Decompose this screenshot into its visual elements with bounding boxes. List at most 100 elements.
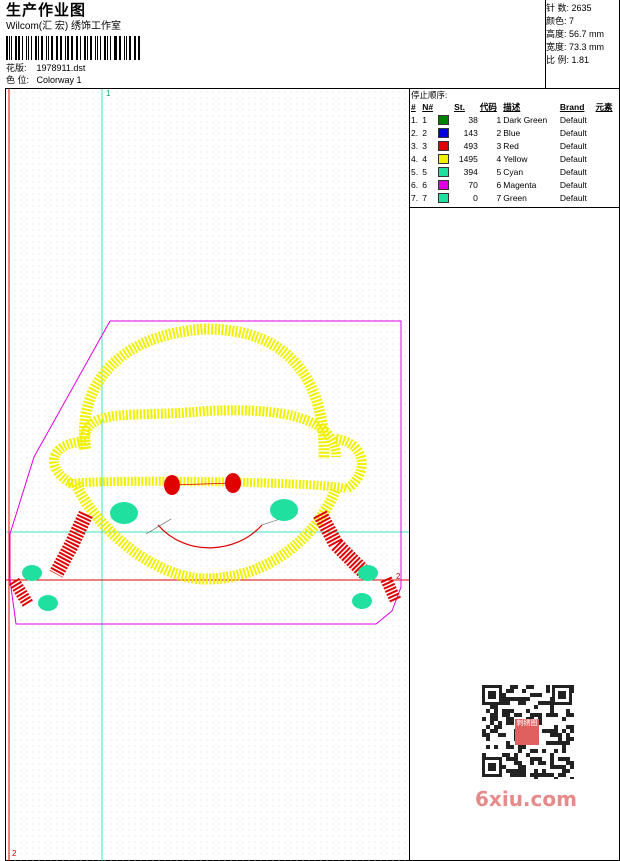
brand: Default [559, 114, 587, 125]
stitch-count: 1495 [458, 153, 478, 164]
brand: Default [559, 127, 587, 138]
needle-number: 1 [422, 114, 427, 125]
pattern-row: 花版: 1978911.dst [6, 63, 85, 74]
element [595, 165, 618, 178]
element [595, 152, 618, 165]
color-description: Magenta [503, 179, 537, 190]
row-index: 3. [411, 140, 419, 151]
color-swatch [437, 152, 453, 165]
stop-sequence-title: 停止顺序: [411, 90, 448, 100]
left-bow-upper [22, 565, 42, 581]
left-cheek [110, 502, 138, 524]
color-count-label: 颜色: [546, 16, 567, 26]
color-swatch-icon [438, 140, 450, 151]
color-count-value: 7 [569, 16, 575, 26]
color-code: 6 [496, 179, 502, 190]
height-label: 高度: [546, 29, 567, 39]
color-code: 2 [496, 127, 502, 138]
element [595, 139, 618, 152]
barcode-bar [106, 36, 108, 60]
col-header: St. [454, 102, 465, 112]
barcode-bar [48, 36, 49, 60]
needle-number: 4 [422, 153, 427, 164]
color-swatch-icon [438, 179, 450, 190]
barcode-bar [86, 36, 88, 60]
color-sequence-table: # N# St. 代码 描述 Brand 元素 1. 1 38 1 Dark Green… [410, 101, 618, 204]
barcode-bar [113, 36, 115, 60]
company-name: Wilcom(汇 宏) 绣饰工作室 [6, 21, 121, 32]
needle-number: 3 [422, 140, 427, 151]
right-cheek [270, 499, 298, 521]
left-braid [49, 510, 93, 578]
color-swatch [437, 113, 453, 126]
barcode-bar [99, 36, 102, 60]
right-braid [313, 510, 372, 580]
barcode-bar [46, 36, 48, 60]
table-row: 4. 4 1495 4 Yellow Default [410, 152, 618, 165]
guide-marker-2-right: 2 [396, 572, 401, 581]
header-info: 生产作业图 Wilcom(汇 宏) 绣饰工作室 花版: 1978911.dst … [6, 2, 546, 86]
col-header: 代码 [479, 102, 497, 112]
height-row: 高度: 56.7 mm [546, 28, 620, 41]
barcode-bar [115, 36, 117, 60]
hat-dome [79, 323, 330, 460]
barcode-bar [71, 36, 73, 60]
stitch-count-value: 2635 [571, 3, 592, 13]
left-braid-tip [8, 577, 34, 608]
needle-number: 6 [422, 179, 427, 190]
color-description: Cyan [503, 166, 524, 177]
stop-sequence-panel: 停止顺序: # N# St. 代码 描述 Brand 元素 1. 1 38 1 Dark… [410, 89, 620, 204]
color-swatch-icon [438, 127, 450, 138]
watermark: 刺绣图 6xiu.com [470, 683, 582, 815]
brand: Default [559, 153, 587, 164]
width-row: 宽度: 73.3 mm [546, 41, 620, 54]
element [595, 126, 618, 139]
color-description: Blue [503, 127, 521, 138]
color-swatch [437, 165, 453, 178]
hat-band [78, 405, 341, 458]
right-bow-upper [358, 565, 378, 581]
stitch-count-label: 针 数: [546, 3, 570, 13]
stitch-count: 143 [463, 127, 478, 138]
barcode-bar [26, 36, 27, 60]
barcode [6, 36, 143, 60]
pattern-file: 1978911.dst [36, 63, 86, 73]
col-header: # [411, 102, 416, 112]
color-description: Green [503, 192, 527, 203]
barcode-bar [50, 36, 53, 60]
element [595, 113, 618, 126]
embroidery-preview [6, 89, 409, 861]
colorway-label: 色 位: [6, 75, 30, 85]
row-index: 1. [411, 114, 419, 125]
barcode-bar [80, 36, 82, 60]
barcode-bar [66, 36, 70, 60]
barcode-bar [95, 36, 96, 60]
brand: Default [559, 179, 587, 190]
scale-value: 1.81 [571, 55, 590, 65]
barcode-bar [129, 36, 131, 60]
element [595, 178, 618, 191]
barcode-bar [96, 36, 98, 60]
color-swatch-icon [438, 114, 450, 125]
design-canvas[interactable]: 1 2 2 [6, 89, 409, 861]
barcode-bar [64, 36, 66, 60]
barcode-bar [138, 36, 140, 60]
guide-marker-2-bottom: 2 [12, 849, 17, 858]
table-header-row: # N# St. 代码 描述 Brand 元素 [410, 101, 618, 113]
barcode-bar [104, 36, 106, 60]
barcode-bar [38, 36, 39, 60]
brand: Default [559, 140, 587, 151]
brand: Default [559, 192, 587, 203]
barcode-bar [40, 36, 44, 60]
production-sheet: 生产作业图 Wilcom(汇 宏) 绣饰工作室 花版: 1978911.dst … [0, 0, 620, 861]
color-description: Yellow [503, 153, 528, 164]
color-description: Dark Green [503, 114, 548, 125]
pattern-label: 花版: [6, 63, 27, 73]
needle-number: 5 [422, 166, 427, 177]
width-label: 宽度: [546, 42, 567, 52]
hat-brim-lower [66, 476, 348, 494]
barcode-bar [55, 36, 57, 60]
barcode-bar [8, 36, 10, 60]
scale-row: 比 例: 1.81 [546, 54, 620, 67]
color-swatch-icon [438, 192, 450, 203]
